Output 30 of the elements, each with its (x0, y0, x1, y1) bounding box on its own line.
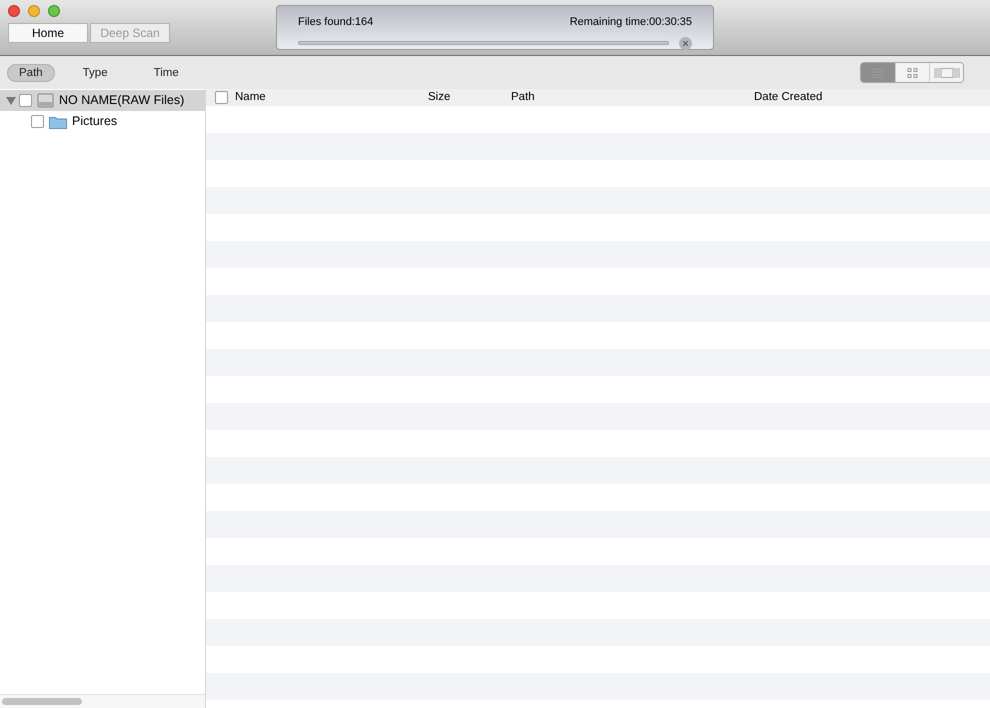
folder-icon (49, 114, 67, 128)
close-button[interactable] (8, 5, 20, 17)
filter-tab[interactable]: Type (70, 64, 120, 82)
grid-icon (906, 68, 918, 78)
view-mode-button[interactable] (929, 63, 963, 82)
files-found-label: Files found:164 (298, 15, 374, 30)
close-icon (683, 40, 688, 46)
scroll-thumb[interactable] (2, 698, 82, 705)
minimize-button[interactable] (28, 5, 40, 17)
column-header[interactable]: Size (428, 88, 511, 106)
select-all-checkbox[interactable] (215, 91, 228, 104)
filmstrip-icon (934, 68, 960, 78)
tree-row[interactable]: NO NAME(RAW Files) (0, 90, 205, 111)
column-header[interactable]: Path (511, 88, 754, 106)
view-mode-button[interactable] (895, 63, 929, 82)
column-header[interactable]: Date Created (754, 88, 904, 106)
tree-row[interactable]: Pictures (0, 111, 205, 132)
tree-checkbox[interactable] (31, 115, 44, 128)
stop-scan-button[interactable] (679, 36, 692, 50)
toolbar-button[interactable]: Home (8, 23, 88, 43)
remaining-time-label: Remaining time:00:30:35 (570, 15, 692, 30)
tree-checkbox[interactable] (19, 94, 32, 107)
disclosure-triangle-icon[interactable] (6, 96, 16, 105)
filter-tab[interactable]: Path (7, 64, 55, 82)
zoom-button[interactable] (48, 5, 60, 17)
filter-tab[interactable]: Time (142, 64, 191, 82)
tree-label: NO NAME(RAW Files) (59, 92, 184, 110)
tree-label: Pictures (72, 113, 118, 130)
column-header[interactable]: Name (235, 88, 428, 106)
drive-icon (37, 93, 54, 108)
